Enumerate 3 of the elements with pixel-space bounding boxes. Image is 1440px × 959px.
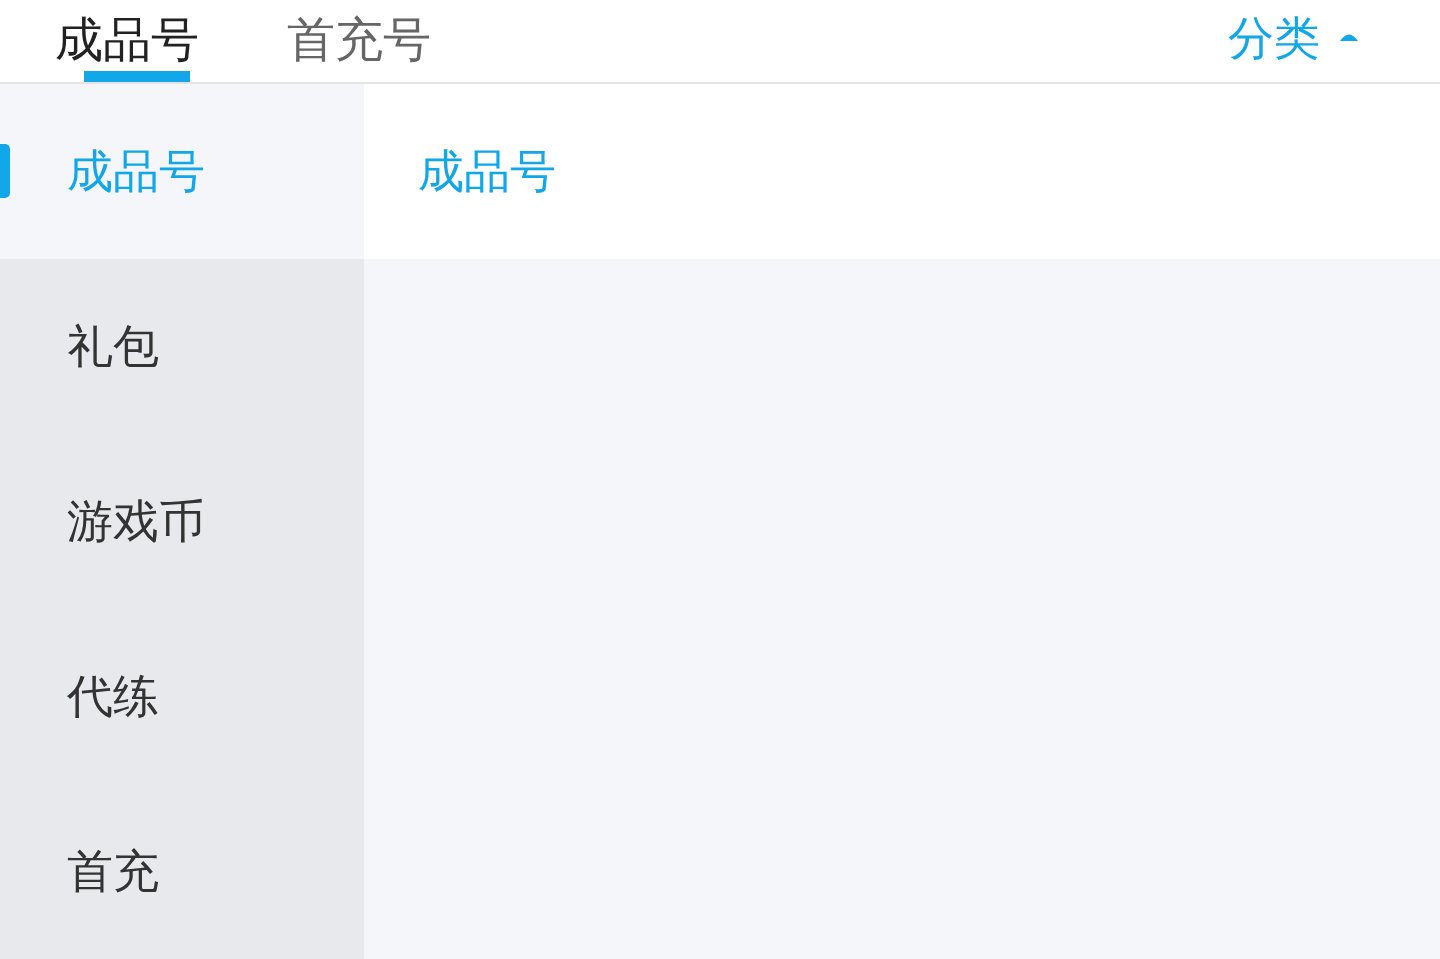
tab[interactable]: 首充号 bbox=[287, 0, 431, 82]
section-heading: 成品号 bbox=[418, 142, 556, 200]
tab[interactable]: 成品号 bbox=[55, 0, 199, 82]
